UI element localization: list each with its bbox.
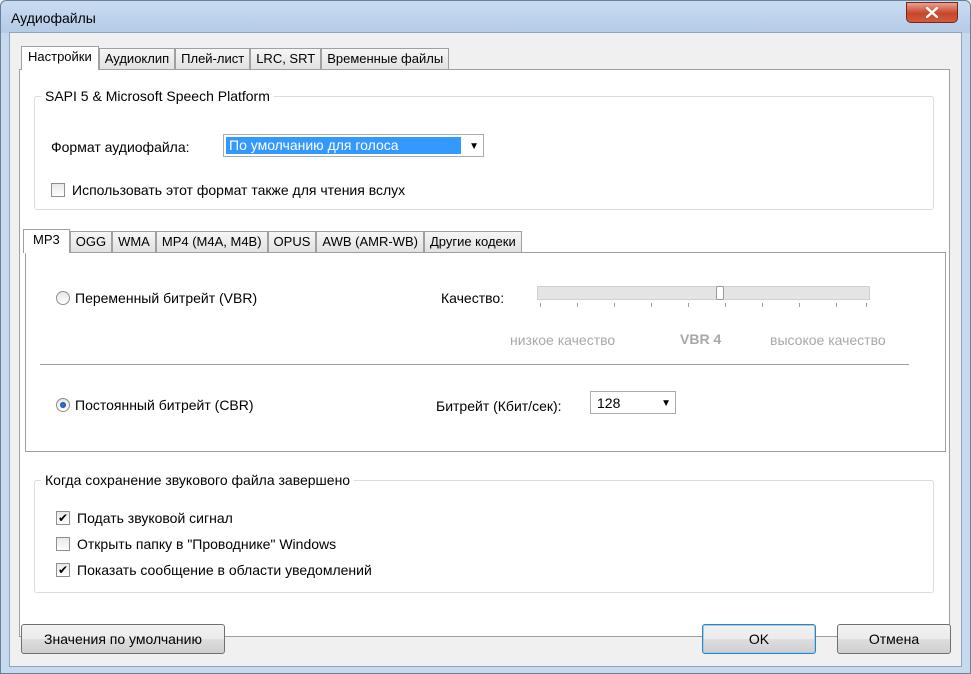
vbr-radio[interactable]: [56, 291, 70, 305]
tick: [799, 303, 800, 307]
ok-button[interactable]: OK: [702, 624, 816, 654]
tick: [836, 303, 837, 307]
tick: [651, 303, 652, 307]
tab-other-codecs[interactable]: Другие кодеки: [423, 231, 522, 252]
close-button[interactable]: [906, 2, 958, 23]
tick: [540, 303, 541, 307]
cancel-button[interactable]: Отмена: [837, 624, 951, 654]
beep-checkbox[interactable]: ✔: [56, 511, 70, 525]
on-complete-legend: Когда сохранение звукового файла заверше…: [41, 472, 355, 488]
tick: [577, 303, 578, 307]
open-folder-label: Открыть папку в "Проводнике" Windows: [77, 536, 337, 552]
separator: [40, 364, 909, 365]
tab-ogg[interactable]: OGG: [69, 231, 113, 252]
sapi-legend: SAPI 5 & Microsoft Speech Platform: [41, 88, 274, 104]
notify-checkbox[interactable]: ✔: [56, 563, 70, 577]
beep-label: Подать звуковой сигнал: [77, 510, 233, 526]
window-title: Аудиофайлы: [11, 10, 96, 26]
defaults-button[interactable]: Значения по умолчанию: [21, 624, 225, 654]
check-icon: ✔: [57, 511, 69, 525]
main-tabs: Настройки Аудиоклип Плей-лист LRC, SRT В…: [21, 46, 450, 70]
tab-awb[interactable]: AWB (AMR-WB): [316, 231, 424, 252]
tick: [614, 303, 615, 307]
tick: [688, 303, 689, 307]
tab-mp3[interactable]: MP3: [23, 229, 70, 253]
open-folder-checkbox[interactable]: [56, 537, 70, 551]
close-icon: [926, 7, 938, 18]
codec-tabs: MP3 OGG WMA MP4 (M4A, M4B) OPUS AWB (AMR…: [23, 229, 522, 253]
bitrate-label: Битрейт (Кбит/сек):: [436, 398, 562, 414]
on-complete-group: Когда сохранение звукового файла заверше…: [34, 472, 934, 593]
notify-label: Показать сообщение в области уведомлений: [77, 562, 372, 578]
tab-audioclip[interactable]: Аудиоклип: [98, 48, 176, 69]
quality-high-label: высокое качество: [770, 332, 886, 348]
tick: [866, 303, 867, 307]
tab-lrc-srt[interactable]: LRC, SRT: [250, 48, 322, 69]
format-label: Формат аудиофайла:: [51, 139, 190, 155]
cbr-radio[interactable]: [56, 398, 70, 412]
quality-slider[interactable]: [537, 286, 870, 300]
tab-playlist[interactable]: Плей-лист: [175, 48, 251, 69]
check-icon: ✔: [57, 563, 69, 577]
tab-mp4[interactable]: MP4 (M4A, M4B): [155, 231, 268, 252]
format-combo[interactable]: По умолчанию для голоса ▼: [223, 134, 484, 157]
tab-settings[interactable]: Настройки: [21, 46, 99, 70]
title-bar[interactable]: Аудиофайлы: [1, 1, 970, 33]
chevron-down-icon[interactable]: ▼: [661, 395, 671, 412]
use-format-checkbox[interactable]: [51, 183, 65, 197]
tab-temp-files[interactable]: Временные файлы: [321, 48, 450, 69]
quality-low-label: низкое качество: [510, 332, 616, 348]
bitrate-combo[interactable]: 128 ▼: [590, 391, 676, 414]
format-combo-value: По умолчанию для голоса: [226, 137, 461, 154]
use-format-label: Использовать этот формат также для чтени…: [72, 182, 406, 198]
dialog-client-area: Настройки Аудиоклип Плей-лист LRC, SRT В…: [9, 32, 962, 667]
tick: [762, 303, 763, 307]
quality-current-value: VBR 4: [680, 331, 722, 347]
mp3-panel: Переменный битрейт (VBR) Качество: низко…: [25, 252, 946, 452]
vbr-label: Переменный битрейт (VBR): [75, 290, 258, 306]
dialog-window: Аудиофайлы Настройки Аудиоклип Плей-лист…: [0, 0, 971, 674]
tab-wma[interactable]: WMA: [112, 231, 156, 252]
settings-panel: SAPI 5 & Microsoft Speech Platform Форма…: [19, 69, 950, 637]
quality-label: Качество:: [441, 290, 505, 306]
sapi-group: SAPI 5 & Microsoft Speech Platform Форма…: [34, 88, 934, 210]
tick: [725, 303, 726, 307]
cbr-label: Постоянный битрейт (CBR): [75, 397, 254, 413]
tab-opus[interactable]: OPUS: [267, 231, 317, 252]
quality-slider-thumb[interactable]: [716, 286, 724, 300]
chevron-down-icon[interactable]: ▼: [469, 138, 479, 155]
bitrate-value: 128: [597, 395, 621, 411]
